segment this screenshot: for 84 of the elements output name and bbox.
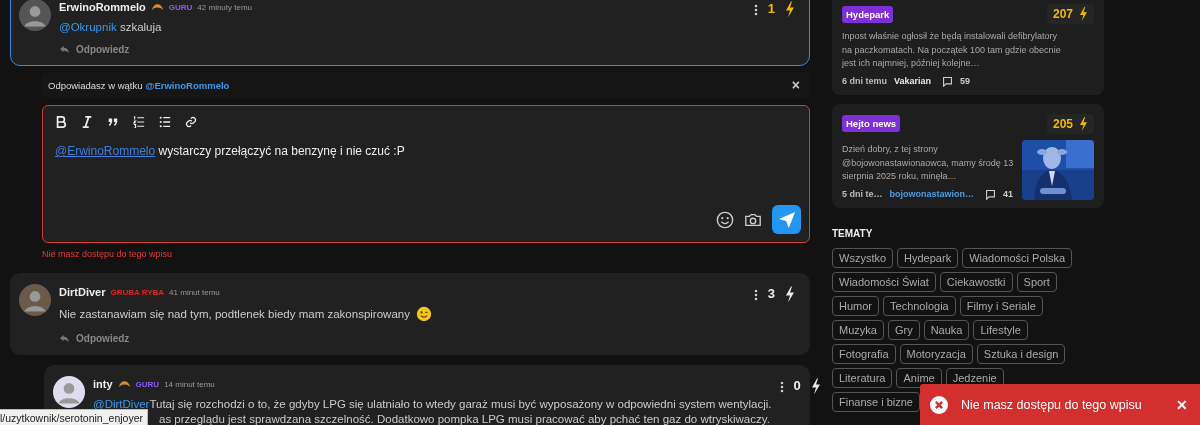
reply-text: @ErwinoRommelo wystarczy przełączyć na benzynę i nie czuć :P — [55, 144, 405, 158]
comment-time: 14 minut temu — [164, 379, 215, 389]
post-author[interactable]: Vakarian — [894, 76, 932, 86]
rank-label: GRUBA RYBA — [110, 287, 165, 297]
send-button[interactable] — [772, 205, 801, 234]
post-time: 5 dni te… — [842, 189, 883, 199]
more-icon[interactable] — [753, 4, 758, 16]
send-icon — [777, 210, 796, 229]
close-button[interactable]: × — [791, 77, 800, 93]
topic-tag[interactable]: Fotografia — [832, 343, 896, 364]
topic-tag[interactable]: Wszystko — [832, 247, 894, 268]
score-badge: 207 — [1046, 4, 1094, 24]
vote-count: 1 — [767, 1, 775, 16]
author-name[interactable]: ErwinoRommelo — [59, 1, 146, 13]
comment-text: as przeglądu jest sprawdzana szczelność. Dodatkowo pompka LPG musi pracować aby pchać ten gaz do wtryskiwaczy. — [159, 413, 770, 425]
topic-tag[interactable]: Nauka — [923, 319, 970, 340]
error-message: Nie masz dostępu do tego wpisu — [42, 249, 173, 259]
post-card[interactable]: Hejto news 205 Dzień dobry, z tej strony @bojowonastawionaowca, mamy środę 13 sierpnia 2025 roku, minęła… 5 dni te… bojowonastawion… 41 — [832, 103, 1104, 208]
category-tag[interactable]: Hydepark — [842, 5, 894, 23]
post-time: 6 dni temu — [842, 76, 887, 86]
reply-context-text: Odpowiadasz w wątku @ErwinoRommelo — [48, 79, 230, 91]
lightning-icon[interactable] — [810, 378, 821, 395]
post-author[interactable]: bojowonastawion… — [889, 189, 974, 199]
topic-tag[interactable]: Humor — [832, 295, 879, 316]
topic-tag[interactable]: Motoryzacja — [899, 343, 973, 364]
close-button[interactable]: ✕ — [1176, 396, 1188, 413]
avatar-icon[interactable] — [19, 284, 51, 316]
vote-count: 0 — [793, 378, 801, 393]
vote-count: 3 — [767, 286, 775, 301]
topics-heading: TEMATY — [832, 227, 874, 239]
topic-tag[interactable]: Wiadomości Świat — [832, 271, 936, 292]
avatar-icon[interactable] — [53, 376, 85, 408]
comment-time: 42 minuty temu — [197, 2, 253, 12]
reply-icon — [59, 334, 70, 343]
italic-icon[interactable] — [81, 116, 93, 128]
topic-tag[interactable]: Gry — [887, 319, 920, 340]
topic-tag[interactable]: Technologia — [883, 295, 956, 316]
more-icon[interactable] — [753, 289, 758, 301]
topic-tag[interactable]: Muzyka — [832, 319, 884, 340]
avatar-icon[interactable] — [19, 0, 51, 31]
error-icon — [930, 395, 948, 414]
more-icon[interactable] — [779, 381, 784, 393]
wink-emoji-icon — [415, 306, 432, 322]
score-badge: 205 — [1046, 113, 1094, 134]
author-name[interactable]: DirtDiver — [59, 286, 106, 298]
author-name[interactable]: inty — [93, 378, 113, 390]
rank-label: GURU — [135, 379, 160, 389]
comment-icon — [985, 188, 996, 200]
comment-time: 41 minut temu — [169, 287, 220, 297]
numbered-list-icon[interactable] — [133, 116, 145, 128]
link-icon[interactable] — [185, 116, 197, 128]
topic-tag[interactable]: Literatura — [832, 367, 893, 388]
category-tag[interactable]: Hejto news — [842, 115, 901, 132]
bullet-list-icon[interactable] — [159, 116, 171, 128]
croissant-icon — [150, 2, 164, 12]
toast-message: Nie masz dostępu do tego wpisu — [961, 397, 1143, 412]
post-excerpt: Inpost właśnie ogłosił że będą instalowali defibrylatory na paczkomatach. Na początek 100 tam gdzie obecnie jest ich najmniej, później kolejne… — [842, 30, 1062, 70]
topic-tag[interactable]: Lifestyle — [973, 319, 1028, 340]
comment-icon — [942, 75, 954, 87]
reply-editor[interactable]: @ErwinoRommelo wystarczy przełączyć na benzynę i nie czuć :P — [42, 105, 810, 243]
topic-tag[interactable]: Sport — [1016, 271, 1057, 292]
comment-text: @Okrupnik szkaluja — [59, 21, 162, 33]
topic-tag[interactable]: Ciekawostki — [939, 271, 1013, 292]
comment-text: Nie zastanawiam się nad tym, podtlenek biedy mam zakonspirowany — [59, 308, 410, 320]
quote-icon[interactable] — [107, 116, 119, 128]
reply-button[interactable]: Odpowiedz — [59, 333, 130, 344]
croissant-icon — [117, 379, 131, 389]
post-excerpt: Dzień dobry, z tej strony @bojowonastawionaowca, mamy środę 13 sierpnia 2025 roku, minęła… — [842, 143, 1014, 183]
comment-count: 59 — [960, 76, 971, 86]
comment-text: @DirtDiverTutaj się rozchodzi o to, że gdyby LPG się ulatniało to wtedy garaż musi być wyposażony w odpowiedni system wentylacji. — [93, 398, 772, 410]
post-card[interactable]: Hydepark 207 Inpost właśnie ogłosił że będą instalowali defibrylatory na paczkomatach. Na początek 100 tam gdzie obecnie jest ich najmniej, później kolejne… 6 dni temu Vakarian 59 — [832, 0, 1104, 95]
lightning-icon[interactable] — [785, 286, 795, 303]
bold-icon[interactable] — [55, 116, 67, 128]
reply-button[interactable]: Odpowiedz — [59, 44, 130, 55]
rank-label: GURU — [168, 2, 193, 12]
reply-icon — [59, 45, 70, 54]
comment-count: 41 — [1003, 189, 1014, 199]
emoji-icon[interactable] — [716, 210, 734, 229]
topic-tag[interactable]: Hydepark — [897, 247, 959, 268]
topic-tag[interactable]: Wiadomości Polska — [962, 247, 1073, 268]
topic-tag[interactable]: Sztuka i design — [976, 343, 1066, 364]
topic-tag[interactable]: Filmy i Seriale — [959, 295, 1043, 316]
lightning-icon[interactable] — [785, 1, 795, 18]
status-link-tooltip: l/uzytkownik/serotonin_enjoyer — [0, 409, 148, 425]
